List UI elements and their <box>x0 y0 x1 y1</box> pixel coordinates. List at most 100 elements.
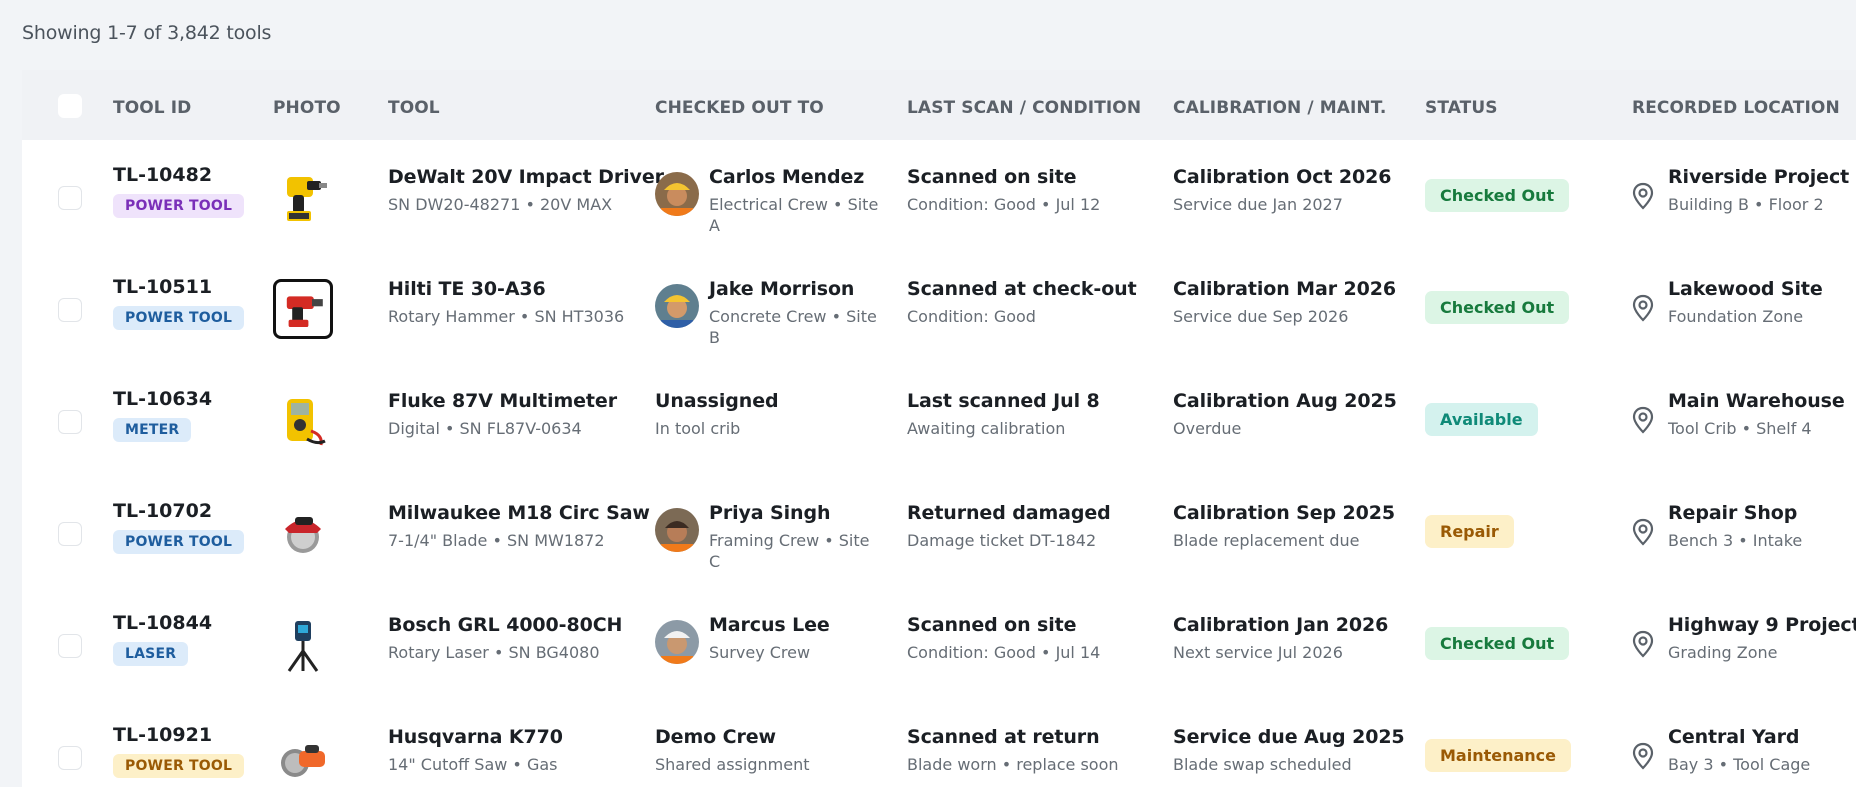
tool-details: 14" Cutoff Saw • Gas <box>388 755 558 774</box>
tool-id: TL-10634 <box>113 388 213 410</box>
tool-name[interactable]: Bosch GRL 4000-80CH <box>388 614 622 636</box>
person-details: Electrical Crew • Site A <box>709 195 879 235</box>
calibration-date: Calibration Jan 2026 <box>1173 614 1389 636</box>
category-badge: LASER <box>113 642 189 666</box>
tool-cell[interactable]: DeWalt 20V Impact Driver SN DW20-48271 •… <box>388 166 664 215</box>
calibration-cell: Calibration Aug 2025 Overdue <box>1173 390 1397 439</box>
calibration-cell: Calibration Sep 2025 Blade replacement d… <box>1173 502 1395 551</box>
status-cell: Checked Out <box>1425 179 1570 212</box>
tool-details: Digital • SN FL87V-0634 <box>388 419 582 438</box>
scan-details: Condition: Good • Jul 12 <box>907 195 1101 214</box>
col-tool-id[interactable]: TOOL ID <box>113 98 191 118</box>
person-name[interactable]: Jake Morrison <box>709 278 879 300</box>
tool-cell[interactable]: Bosch GRL 4000-80CH Rotary Laser • SN BG… <box>388 614 622 663</box>
status-badge: Repair <box>1425 515 1514 548</box>
service-due: Blade replacement due <box>1173 531 1360 550</box>
location-name[interactable]: Riverside Project <box>1668 166 1849 188</box>
tool-name[interactable]: Husqvarna K770 <box>388 726 563 748</box>
person-details: Survey Crew <box>709 643 811 662</box>
tool-details: Rotary Hammer • SN HT3036 <box>388 307 625 326</box>
location-details: Tool Crib • Shelf 4 <box>1668 419 1812 438</box>
status-badge: Available <box>1425 403 1538 436</box>
rotary-laser-icon <box>287 621 319 672</box>
tool-name[interactable]: Fluke 87V Multimeter <box>388 390 617 412</box>
tool-cell[interactable]: Fluke 87V Multimeter Digital • SN FL87V-… <box>388 390 617 439</box>
person-name[interactable]: Marcus Lee <box>709 614 879 636</box>
checked-out-cell: Unassigned In tool crib <box>655 390 779 439</box>
table-row[interactable]: TL-10921 POWER TOOL Husqvarna K770 14" C… <box>22 700 1856 787</box>
location-name[interactable]: Lakewood Site <box>1668 278 1823 300</box>
rotary-hammer-icon <box>273 279 333 339</box>
location-name[interactable]: Repair Shop <box>1668 502 1802 524</box>
table-row[interactable]: TL-10482 POWER TOOL DeWalt 20V Impact Dr… <box>22 140 1856 252</box>
location-pin-icon <box>1632 294 1654 322</box>
tool-cell[interactable]: Milwaukee M18 Circ Saw 7-1/4" Blade • SN… <box>388 502 650 551</box>
results-summary: Showing 1-7 of 3,842 tools <box>22 22 272 44</box>
col-status[interactable]: STATUS <box>1425 98 1498 118</box>
avatar <box>655 508 699 552</box>
row-checkbox[interactable] <box>58 186 82 210</box>
person-name[interactable]: Priya Singh <box>709 502 879 524</box>
tool-details: SN DW20-48271 • 20V MAX <box>388 195 613 214</box>
category-badge: POWER TOOL <box>113 530 245 554</box>
location-name[interactable]: Central Yard <box>1668 726 1810 748</box>
scan-status: Scanned at return <box>907 726 1100 748</box>
col-location[interactable]: RECORDED LOCATION <box>1632 98 1840 118</box>
calibration-cell: Service due Aug 2025 Blade swap schedule… <box>1173 726 1405 775</box>
row-checkbox[interactable] <box>58 410 82 434</box>
status-cell: Maintenance <box>1425 739 1572 772</box>
table-header: TOOL ID PHOTO TOOL CHECKED OUT TO LAST S… <box>22 70 1856 140</box>
table-row[interactable]: TL-10634 METER Fluke 87V Multimeter Digi… <box>22 364 1856 476</box>
col-calibration[interactable]: CALIBRATION / MAINT. <box>1173 98 1386 118</box>
tool-id-cell: TL-10482 POWER TOOL <box>113 164 245 218</box>
location-pin-icon <box>1632 518 1654 546</box>
col-last-scan[interactable]: LAST SCAN / CONDITION <box>907 98 1141 118</box>
row-checkbox[interactable] <box>58 746 82 770</box>
col-tool[interactable]: TOOL <box>388 98 440 118</box>
col-checked-out-to[interactable]: CHECKED OUT TO <box>655 98 824 118</box>
service-due: Service due Sep 2026 <box>1173 307 1349 326</box>
person-details: Framing Crew • Site C <box>709 531 870 571</box>
tool-details: 7-1/4" Blade • SN MW1872 <box>388 531 605 550</box>
calibration-date: Service due Aug 2025 <box>1173 726 1405 748</box>
tool-id: TL-10702 <box>113 500 213 522</box>
tool-name[interactable]: DeWalt 20V Impact Driver <box>388 166 664 188</box>
avatar <box>655 284 699 328</box>
calibration-date: Calibration Oct 2026 <box>1173 166 1392 188</box>
location-details: Foundation Zone <box>1668 307 1804 326</box>
location-pin-icon <box>1632 630 1654 658</box>
scan-details: Blade worn • replace soon <box>907 755 1119 774</box>
table-row[interactable]: TL-10844 LASER Bosch GRL 4000-80CH Rotar… <box>22 588 1856 700</box>
row-checkbox[interactable] <box>58 522 82 546</box>
status-cell: Repair <box>1425 515 1514 548</box>
location-name[interactable]: Main Warehouse <box>1668 390 1845 412</box>
location-details: Bench 3 • Intake <box>1668 531 1803 550</box>
calibration-date: Calibration Mar 2026 <box>1173 278 1396 300</box>
table-row[interactable]: TL-10702 POWER TOOL Milwaukee M18 Circ S… <box>22 476 1856 588</box>
location-details: Bay 3 • Tool Cage <box>1668 755 1811 774</box>
calibration-date: Calibration Aug 2025 <box>1173 390 1397 412</box>
tool-name[interactable]: Milwaukee M18 Circ Saw <box>388 502 650 524</box>
scan-cell: Scanned at check-out Condition: Good <box>907 278 1137 327</box>
person-name[interactable]: Carlos Mendez <box>709 166 879 188</box>
person-name[interactable]: Demo Crew <box>655 726 809 748</box>
service-due: Service due Jan 2027 <box>1173 195 1343 214</box>
location-pin-icon <box>1632 742 1654 770</box>
person-name: Unassigned <box>655 390 779 412</box>
row-checkbox[interactable] <box>58 634 82 658</box>
category-badge: POWER TOOL <box>113 194 245 218</box>
avatar <box>655 172 699 216</box>
select-all-checkbox[interactable] <box>58 94 82 118</box>
tool-cell[interactable]: Hilti TE 30-A36 Rotary Hammer • SN HT303… <box>388 278 624 327</box>
tool-cell[interactable]: Husqvarna K770 14" Cutoff Saw • Gas <box>388 726 563 775</box>
tool-id-cell: TL-10511 POWER TOOL <box>113 276 245 330</box>
scan-cell: Scanned at return Blade worn • replace s… <box>907 726 1119 775</box>
scan-cell: Last scanned Jul 8 Awaiting calibration <box>907 390 1100 439</box>
tool-name[interactable]: Hilti TE 30-A36 <box>388 278 624 300</box>
location-name[interactable]: Highway 9 Project <box>1668 614 1856 636</box>
calibration-cell: Calibration Mar 2026 Service due Sep 202… <box>1173 278 1396 327</box>
person-details: In tool crib <box>655 419 741 438</box>
table-row[interactable]: TL-10511 POWER TOOL Hilti TE 30-A36 Rota… <box>22 252 1856 364</box>
row-checkbox[interactable] <box>58 298 82 322</box>
checked-out-cell: Demo Crew Shared assignment <box>655 726 809 775</box>
